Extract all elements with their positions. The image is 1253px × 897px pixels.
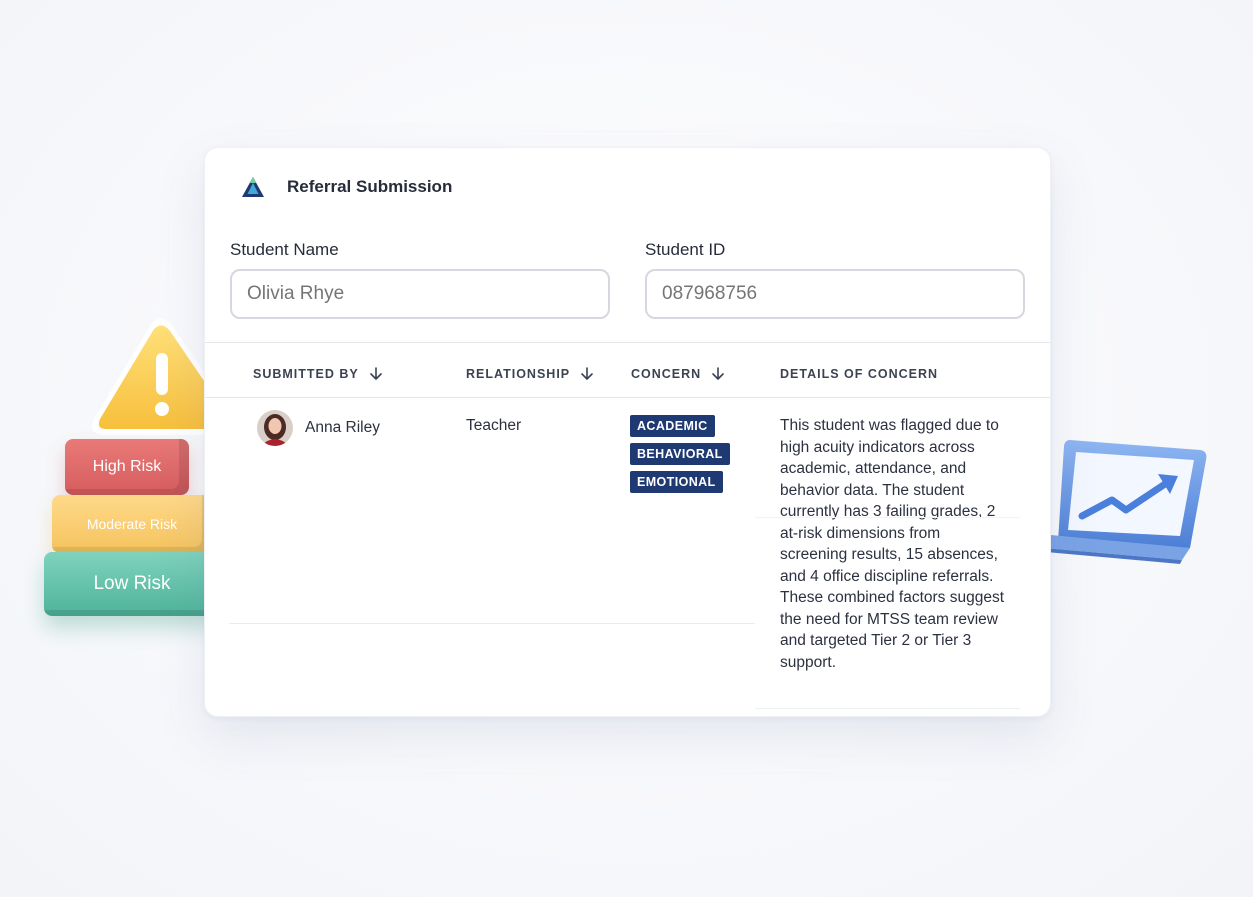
- card-header: Referral Submission: [241, 175, 452, 199]
- arrow-down-icon: [581, 367, 593, 380]
- low-risk-label: Low Risk: [93, 573, 171, 594]
- column-header-label: SUBMITTED BY: [253, 367, 359, 381]
- column-header-submitted-by[interactable]: SUBMITTED BY: [253, 367, 383, 381]
- row-divider: [755, 708, 1020, 709]
- page-title: Referral Submission: [287, 177, 453, 196]
- triangle-logo-icon: [242, 177, 264, 197]
- moderate-risk-block: Moderate Risk: [52, 495, 212, 553]
- column-header-details: DETAILS OF CONCERN: [780, 367, 938, 381]
- concern-tag-academic: ACADEMIC: [630, 415, 715, 437]
- column-header-concern[interactable]: CONCERN: [631, 367, 725, 381]
- high-risk-label: High Risk: [92, 458, 162, 475]
- table-header-divider: [205, 397, 1050, 398]
- section-divider: [205, 342, 1050, 343]
- concern-tag-behavioral: BEHAVIORAL: [630, 443, 730, 465]
- student-id-input[interactable]: [645, 269, 1025, 319]
- arrow-down-icon: [369, 367, 382, 380]
- submitted-by-name: Anna Riley: [305, 419, 380, 436]
- arrow-down-icon: [712, 367, 725, 380]
- low-risk-block: Low Risk: [44, 552, 220, 616]
- column-header-label: RELATIONSHIP: [466, 367, 571, 381]
- moderate-risk-label: Moderate Risk: [86, 516, 178, 532]
- risk-levels-illustration: High Risk Moderate Risk Low Risk: [30, 315, 237, 635]
- concern-tag-emotional: EMOTIONAL: [630, 471, 723, 493]
- column-header-label: DETAILS OF CONCERN: [780, 367, 939, 381]
- column-header-label: CONCERN: [631, 367, 702, 381]
- column-header-relationship[interactable]: RELATIONSHIP: [466, 367, 594, 381]
- concern-details-text: This student was flagged due to high acu…: [780, 417, 1005, 671]
- student-name-label: Student Name: [230, 240, 339, 259]
- student-name-input[interactable]: [230, 269, 610, 319]
- student-id-label: Student ID: [645, 240, 726, 259]
- relationship-value: Teacher: [466, 417, 522, 434]
- laptop-chart-icon: [1040, 440, 1207, 564]
- referral-card: Referral Submission Student Name Student…: [204, 147, 1051, 717]
- row-divider: [755, 517, 1020, 518]
- row-divider: [229, 623, 755, 624]
- high-risk-block: High Risk: [65, 439, 189, 495]
- avatar: [257, 410, 293, 446]
